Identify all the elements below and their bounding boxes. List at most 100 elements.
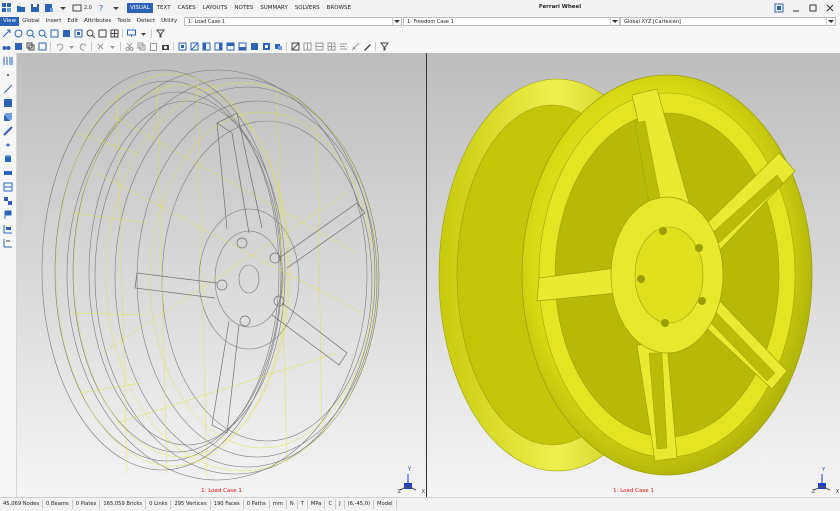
mesh-icon[interactable] bbox=[327, 42, 336, 51]
zoom-out-icon[interactable] bbox=[38, 29, 47, 38]
help-icon[interactable]: ? bbox=[97, 3, 107, 13]
zoom-extents-icon[interactable] bbox=[62, 29, 71, 38]
view-cube-icon[interactable] bbox=[98, 29, 107, 38]
tab-summary[interactable]: SUMMARY bbox=[257, 3, 291, 13]
view-left-icon[interactable] bbox=[202, 42, 211, 51]
status-force-unit[interactable]: N bbox=[287, 500, 298, 509]
arrange-icon[interactable] bbox=[339, 42, 348, 51]
menu-utility[interactable]: Utility bbox=[158, 17, 180, 26]
pen-icon[interactable] bbox=[363, 42, 372, 51]
toolbar-separator bbox=[173, 42, 174, 51]
plate-icon[interactable] bbox=[3, 98, 13, 108]
section-icon[interactable] bbox=[315, 42, 324, 51]
status-length-unit[interactable]: mm bbox=[270, 500, 287, 509]
node-icon[interactable] bbox=[3, 140, 13, 150]
status-j[interactable]: J bbox=[336, 500, 345, 509]
menu-detect[interactable]: Detect bbox=[134, 17, 158, 26]
fit-icon[interactable] bbox=[74, 29, 83, 38]
status-stress-unit[interactable]: MPa bbox=[308, 500, 326, 509]
view-iso-icon[interactable] bbox=[250, 42, 259, 51]
slice-icon[interactable] bbox=[291, 42, 300, 51]
point-icon[interactable] bbox=[3, 70, 13, 80]
binoculars-icon[interactable] bbox=[2, 42, 11, 51]
view-bottom-icon[interactable] bbox=[238, 42, 247, 51]
flag-icon[interactable] bbox=[3, 210, 13, 220]
filter-icon[interactable] bbox=[155, 29, 165, 38]
menu-global[interactable]: Global bbox=[19, 17, 43, 26]
view-front-icon[interactable] bbox=[178, 42, 187, 51]
select-icon[interactable] bbox=[14, 42, 23, 51]
zoom-in-icon[interactable] bbox=[26, 29, 35, 38]
filter-icon[interactable] bbox=[379, 42, 389, 51]
cut-icon[interactable] bbox=[125, 42, 134, 51]
view-right-icon[interactable] bbox=[214, 42, 223, 51]
line-icon[interactable] bbox=[3, 84, 13, 94]
undo-dropdown-icon[interactable] bbox=[67, 42, 76, 51]
menu-insert[interactable]: Insert bbox=[43, 17, 65, 26]
status-faces: 190 Faces bbox=[211, 500, 244, 509]
view-multi-icon[interactable] bbox=[274, 42, 283, 51]
columns-icon[interactable] bbox=[3, 56, 13, 66]
paste-icon[interactable] bbox=[149, 42, 158, 51]
status-c[interactable]: C bbox=[325, 500, 337, 509]
maximize-button[interactable] bbox=[806, 2, 819, 14]
tab-cases[interactable]: CASES bbox=[175, 3, 199, 13]
axis-icon[interactable] bbox=[3, 238, 13, 248]
menu-tools[interactable]: Tools bbox=[114, 17, 134, 26]
zoom-selection-icon[interactable] bbox=[86, 29, 95, 38]
rotate-view-icon[interactable] bbox=[14, 29, 23, 38]
redo-icon[interactable] bbox=[79, 42, 88, 51]
attribute-icon[interactable] bbox=[3, 224, 13, 234]
view-back-icon[interactable] bbox=[190, 42, 199, 51]
paste-view-icon[interactable] bbox=[38, 42, 47, 51]
view-iso-2-icon[interactable] bbox=[262, 42, 271, 51]
status-temp-unit[interactable]: T bbox=[298, 500, 308, 509]
copy-view-icon[interactable] bbox=[26, 42, 35, 51]
tab-layouts[interactable]: LAYOUTS bbox=[200, 3, 231, 13]
minimize-button[interactable] bbox=[789, 2, 802, 14]
delete-icon[interactable] bbox=[96, 42, 105, 51]
brick-icon[interactable] bbox=[3, 112, 13, 122]
customize-dropdown-icon[interactable] bbox=[58, 3, 68, 13]
status-vertices: 295 Vertices bbox=[171, 500, 211, 509]
tab-notes[interactable]: NOTES bbox=[231, 3, 256, 13]
load-case-select[interactable]: 1: Load Case 1 bbox=[184, 17, 402, 26]
dropdown-arrow-icon[interactable] bbox=[111, 3, 121, 13]
pan-icon[interactable] bbox=[2, 29, 11, 38]
zoom-window-icon[interactable] bbox=[50, 29, 59, 38]
freedom-case-select[interactable]: 1: Freedom Case 1 bbox=[403, 17, 620, 26]
restore-layout-icon[interactable] bbox=[772, 2, 785, 14]
cylinder-icon[interactable] bbox=[3, 154, 13, 164]
tab-text[interactable]: TEXT bbox=[154, 3, 174, 13]
save-as-icon[interactable] bbox=[44, 3, 54, 13]
app-menu-icon[interactable] bbox=[2, 3, 12, 13]
close-button[interactable] bbox=[823, 2, 836, 14]
tab-solvers[interactable]: SOLVERS bbox=[292, 3, 323, 13]
save-icon[interactable] bbox=[30, 3, 40, 13]
coordinate-system-select[interactable]: Global XYZ [Cartesian] bbox=[620, 17, 836, 26]
beam-icon[interactable] bbox=[3, 168, 13, 178]
measure-icon[interactable] bbox=[351, 42, 360, 51]
undo-icon[interactable] bbox=[55, 42, 64, 51]
view-top-icon[interactable] bbox=[226, 42, 235, 51]
grid-icon[interactable] bbox=[110, 29, 119, 38]
viewport-wireframe[interactable]: Y Z X 1: Load Case 1 bbox=[17, 53, 426, 497]
window-controls bbox=[768, 2, 836, 14]
copy-icon[interactable] bbox=[137, 42, 146, 51]
tab-browse[interactable]: BROWSE bbox=[324, 3, 354, 13]
menu-edit[interactable]: Edit bbox=[64, 17, 81, 26]
solver-icon[interactable] bbox=[72, 3, 82, 13]
clip-plane-icon[interactable] bbox=[303, 42, 312, 51]
monitor-icon[interactable] bbox=[126, 29, 136, 38]
open-file-icon[interactable] bbox=[16, 3, 26, 13]
subdivide-icon[interactable] bbox=[3, 196, 13, 206]
camera-icon[interactable] bbox=[161, 42, 170, 51]
menu-view[interactable]: View bbox=[0, 17, 20, 26]
menu-attributes[interactable]: Attributes bbox=[81, 17, 114, 26]
extrude-icon[interactable] bbox=[3, 182, 13, 192]
link-icon[interactable] bbox=[3, 126, 13, 136]
dropdown-arrow-icon[interactable] bbox=[139, 29, 148, 38]
delete-dropdown-icon[interactable] bbox=[108, 42, 117, 51]
viewport-solid[interactable]: Y Z X 1: Load Case 1 bbox=[427, 53, 840, 497]
tab-visual[interactable]: VISUAL bbox=[126, 3, 153, 13]
